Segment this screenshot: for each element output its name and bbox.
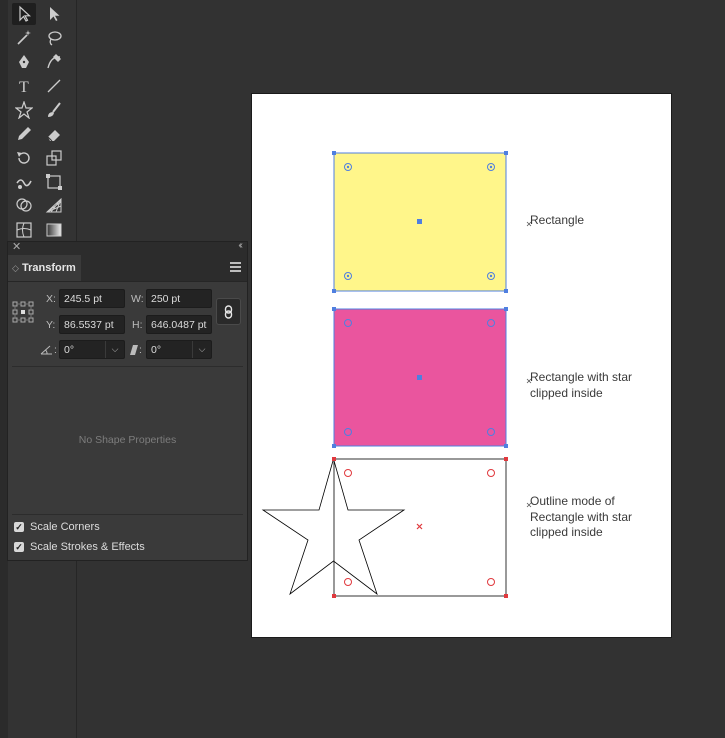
shape-builder-icon bbox=[16, 198, 32, 212]
type-icon: T bbox=[19, 79, 29, 95]
y-field[interactable]: 86.5537 pt bbox=[59, 315, 125, 334]
shape-builder-tool[interactable] bbox=[12, 195, 36, 217]
warp-icon bbox=[16, 179, 32, 189]
curvature-tool[interactable] bbox=[42, 51, 66, 73]
rotate-angle-icon bbox=[40, 345, 52, 355]
shear-colon: : bbox=[139, 344, 142, 356]
gradient-tool[interactable] bbox=[42, 219, 66, 241]
x-field[interactable]: 245.5 pt bbox=[59, 289, 125, 308]
pen-icon bbox=[19, 55, 29, 68]
magic-wand-tool[interactable] bbox=[12, 27, 36, 49]
h-label: H: bbox=[132, 319, 143, 331]
label-outline[interactable]: Outline mode of Rectangle with star clip… bbox=[530, 494, 632, 541]
paintbrush-tool[interactable] bbox=[42, 99, 66, 121]
direct-selection-arrow-icon bbox=[50, 7, 60, 21]
lasso-icon bbox=[48, 31, 62, 46]
w-label: W: bbox=[131, 293, 144, 305]
close-icon[interactable]: ✕ bbox=[12, 240, 21, 253]
magic-wand-icon bbox=[17, 30, 31, 45]
artboard[interactable] bbox=[251, 93, 672, 638]
y-label: Y: bbox=[46, 319, 56, 331]
scale-corners-label[interactable]: Scale Corners bbox=[30, 521, 100, 533]
selection-arrow-icon bbox=[19, 5, 32, 22]
label-rectangle[interactable]: Rectangle bbox=[530, 213, 584, 229]
pencil-tool[interactable] bbox=[12, 123, 36, 145]
panel-divider bbox=[12, 514, 243, 515]
scale-strokes-checkbox[interactable]: ✓ bbox=[14, 542, 24, 552]
panel-divider bbox=[12, 366, 243, 367]
panel-tab-bar: ◇ Transform bbox=[8, 255, 247, 282]
no-shape-properties-text: No Shape Properties bbox=[78, 434, 177, 446]
label-clipped[interactable]: Rectangle with star clipped inside bbox=[530, 370, 632, 401]
shear-field[interactable]: 0° ⌵ bbox=[146, 340, 212, 359]
rotate-field[interactable]: 0° ⌵ bbox=[59, 340, 125, 359]
gradient-icon bbox=[46, 223, 62, 237]
shear-value: 0° bbox=[151, 344, 162, 356]
tab-transform-label: Transform bbox=[22, 262, 76, 274]
svg-text:T: T bbox=[19, 79, 29, 95]
rotate-dropdown-icon[interactable]: ⌵ bbox=[105, 341, 124, 358]
h-field[interactable]: 646.0487 pt bbox=[146, 315, 212, 334]
curvature-icon bbox=[47, 54, 61, 69]
panel-menu-icon[interactable] bbox=[230, 262, 241, 272]
lasso-tool[interactable] bbox=[42, 27, 66, 49]
scale-tool[interactable] bbox=[42, 147, 66, 169]
free-transform-tool[interactable] bbox=[42, 171, 66, 193]
w-field[interactable]: 250 pt bbox=[146, 289, 212, 308]
pencil-icon bbox=[18, 127, 31, 140]
scale-corners-checkbox[interactable]: ✓ bbox=[14, 522, 24, 532]
eraser-icon bbox=[47, 130, 60, 142]
x-label: X: bbox=[46, 293, 56, 305]
line-icon bbox=[47, 79, 61, 93]
mesh-icon bbox=[16, 222, 32, 238]
link-icon bbox=[224, 304, 232, 319]
eraser-tool[interactable] bbox=[42, 123, 66, 145]
rotate-colon: : bbox=[54, 344, 57, 356]
scale-strokes-label[interactable]: Scale Strokes & Effects bbox=[30, 541, 145, 553]
constrain-proportions-button[interactable] bbox=[216, 298, 241, 325]
star-tool[interactable] bbox=[12, 99, 36, 121]
reference-point-icon[interactable] bbox=[12, 301, 34, 323]
collapse-chevron-icon[interactable]: ‹‹ bbox=[238, 240, 242, 251]
pen-tool[interactable] bbox=[12, 51, 36, 73]
rotate-value: 0° bbox=[64, 344, 75, 356]
type-tool[interactable]: T bbox=[12, 75, 36, 97]
transform-panel: ✕ ‹‹ ◇ Transform X: 245.5 pt W: 250 pt Y… bbox=[7, 240, 248, 561]
direct-selection-tool[interactable] bbox=[42, 3, 66, 25]
tab-transform[interactable]: ◇ Transform bbox=[8, 255, 81, 281]
selection-tool[interactable] bbox=[12, 3, 36, 25]
line-segment-tool[interactable] bbox=[42, 75, 66, 97]
warp-tool[interactable] bbox=[12, 171, 36, 193]
paintbrush-icon bbox=[48, 102, 61, 117]
tab-grip-icon: ◇ bbox=[12, 263, 19, 273]
scale-icon bbox=[46, 150, 62, 166]
perspective-grid-icon bbox=[45, 197, 62, 213]
rotate-tool[interactable] bbox=[12, 147, 36, 169]
star-icon bbox=[15, 101, 33, 119]
shear-dropdown-icon[interactable]: ⌵ bbox=[192, 341, 211, 358]
shear-angle-icon bbox=[130, 345, 138, 355]
mesh-tool[interactable] bbox=[12, 219, 36, 241]
free-transform-icon bbox=[46, 174, 62, 190]
panel-title-bar[interactable]: ✕ ‹‹ bbox=[8, 240, 247, 255]
perspective-grid-tool[interactable] bbox=[42, 195, 66, 217]
rotate-icon bbox=[17, 152, 30, 164]
